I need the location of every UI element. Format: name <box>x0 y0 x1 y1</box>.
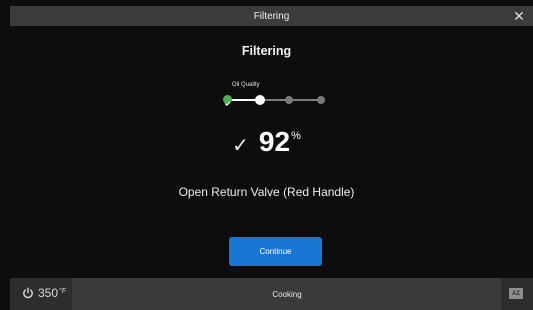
power-temperature-button[interactable]: 350 °F <box>22 286 66 300</box>
step-dot-pending <box>317 96 325 104</box>
title-bar: Filtering ✕ <box>10 6 533 26</box>
instruction-text: Open Return Valve (Red Handle) <box>178 185 355 199</box>
continue-button[interactable]: Continue <box>229 237 322 266</box>
step-dot-complete <box>223 95 232 107</box>
tab-cooking[interactable]: Cooking <box>73 278 501 310</box>
az-keyboard-icon[interactable]: AZ <box>509 288 523 299</box>
oil-quality-result: ✓ 92 % <box>0 124 533 160</box>
oil-quality-value: 92 <box>258 126 291 157</box>
power-icon <box>23 287 33 299</box>
oil-quality-unit: % <box>291 130 301 142</box>
step-dot-pending <box>285 96 293 104</box>
close-icon[interactable]: ✕ <box>511 7 527 25</box>
step-label: Oil Quality <box>232 82 260 88</box>
step-progress-indicator <box>222 92 332 108</box>
check-icon: ✓ <box>232 135 249 157</box>
page-heading: Filtering <box>241 44 292 58</box>
step-check-icon <box>224 101 231 107</box>
footer-bar: 350 °F Cooking AZ <box>10 278 533 310</box>
window-title: Filtering <box>253 10 290 22</box>
temperature-unit: °F <box>59 287 67 295</box>
step-dot-current <box>255 95 265 105</box>
tab-cooking-label: Cooking <box>272 289 302 299</box>
temperature-value: 350 <box>38 286 59 300</box>
